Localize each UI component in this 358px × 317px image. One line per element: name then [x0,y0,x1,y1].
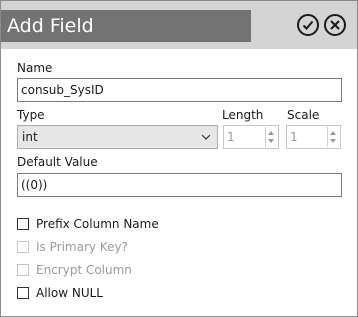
type-select[interactable]: int [17,125,218,149]
scale-stepper[interactable]: 1 [286,125,341,149]
primary-key-label[interactable]: Is Primary Key? [36,240,128,255]
length-down-icon[interactable] [268,139,274,143]
length-up-icon[interactable] [268,131,274,135]
prefix-column-label[interactable]: Prefix Column Name [36,217,159,232]
name-label: Name [17,61,53,75]
scale-up-icon[interactable] [330,131,336,135]
check-icon [302,20,314,30]
scale-label: Scale [287,108,320,122]
type-select-value: int [22,130,38,144]
allow-null-checkbox[interactable] [17,287,29,299]
primary-key-checkbox[interactable] [17,241,29,253]
close-icon [330,20,340,30]
scale-down-icon[interactable] [330,139,336,143]
ok-button[interactable] [297,14,319,36]
allow-null-label[interactable]: Allow NULL [36,286,103,301]
type-label: Type [17,108,45,122]
default-value-input[interactable]: ((0)) [17,173,342,197]
close-button[interactable] [324,14,346,36]
chevron-down-icon [201,134,211,140]
title-bar: Add Field [1,1,357,49]
scale-stepper-arrows[interactable] [327,127,339,147]
length-value: 1 [227,130,235,144]
length-stepper-arrows[interactable] [265,127,277,147]
title-block: Add Field [1,10,251,42]
dialog-title: Add Field [7,15,94,37]
default-value-label: Default Value [17,155,98,169]
add-field-dialog: Add Field Name consub_SysID Type Length … [0,0,358,317]
scale-value: 1 [290,130,298,144]
length-stepper[interactable]: 1 [223,125,279,149]
name-input[interactable]: consub_SysID [17,78,342,102]
length-label: Length [222,108,264,122]
prefix-column-checkbox[interactable] [17,218,29,230]
encrypt-column-checkbox[interactable] [17,264,29,276]
encrypt-column-label[interactable]: Encrypt Column [36,263,132,278]
